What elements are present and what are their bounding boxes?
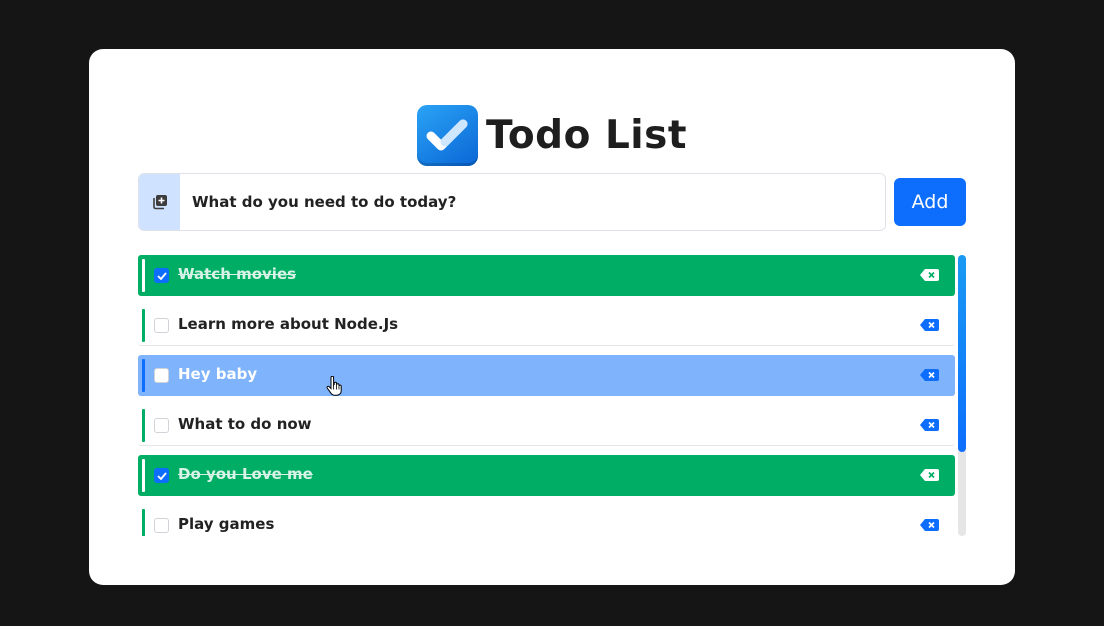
backspace-delete-icon[interactable] — [920, 469, 939, 481]
todo-item[interactable]: Watch movies — [138, 255, 955, 296]
checklist-check-icon — [416, 105, 478, 166]
add-to-collection-icon — [139, 174, 180, 230]
backspace-delete-icon[interactable] — [920, 269, 939, 281]
todo-text: What to do now — [178, 415, 312, 433]
todo-text: Learn more about Node.Js — [178, 315, 399, 333]
todo-accent-bar — [142, 259, 145, 292]
todo-accent-bar — [142, 359, 145, 392]
list-scrollbar[interactable] — [958, 255, 966, 536]
backspace-delete-icon[interactable] — [920, 319, 939, 331]
todo-checkbox[interactable] — [154, 518, 169, 533]
backspace-delete-icon[interactable] — [920, 369, 939, 381]
todo-checkbox[interactable] — [154, 368, 169, 383]
backspace-delete-icon[interactable] — [920, 419, 939, 431]
todo-accent-bar — [142, 509, 145, 536]
todo-text: Do you Love me — [178, 465, 313, 483]
todo-checkbox[interactable] — [154, 418, 169, 433]
todo-item[interactable]: Play games — [138, 505, 955, 536]
todo-accent-bar — [142, 409, 145, 442]
todo-accent-bar — [142, 309, 145, 342]
todo-accent-bar — [142, 459, 145, 492]
todo-input[interactable] — [180, 174, 885, 230]
page-title: Todo List — [485, 113, 688, 158]
todo-text: Watch movies — [178, 265, 297, 283]
todo-item[interactable]: Do you Love me — [138, 455, 955, 496]
todo-checkbox[interactable] — [154, 468, 169, 483]
todo-item[interactable]: What to do now — [138, 405, 955, 446]
backspace-delete-icon[interactable] — [920, 519, 939, 531]
list-scrollbar-thumb[interactable] — [958, 255, 966, 452]
app-header: Todo List — [89, 105, 1015, 166]
add-button[interactable]: Add — [894, 178, 966, 226]
todo-text: Hey baby — [178, 365, 258, 383]
todo-item[interactable]: Learn more about Node.Js — [138, 305, 955, 346]
todo-list-container: Watch movies Learn more about Node.Js He… — [138, 255, 966, 536]
new-todo-form: Add — [138, 173, 966, 231]
todo-item[interactable]: Hey baby — [138, 355, 955, 396]
todo-text: Play games — [178, 515, 275, 533]
todo-checkbox[interactable] — [154, 318, 169, 333]
todo-card: Todo List Add Watch movies — [89, 49, 1015, 585]
todo-list: Watch movies Learn more about Node.Js He… — [138, 255, 955, 536]
todo-input-group — [138, 173, 886, 231]
todo-checkbox[interactable] — [154, 268, 169, 283]
